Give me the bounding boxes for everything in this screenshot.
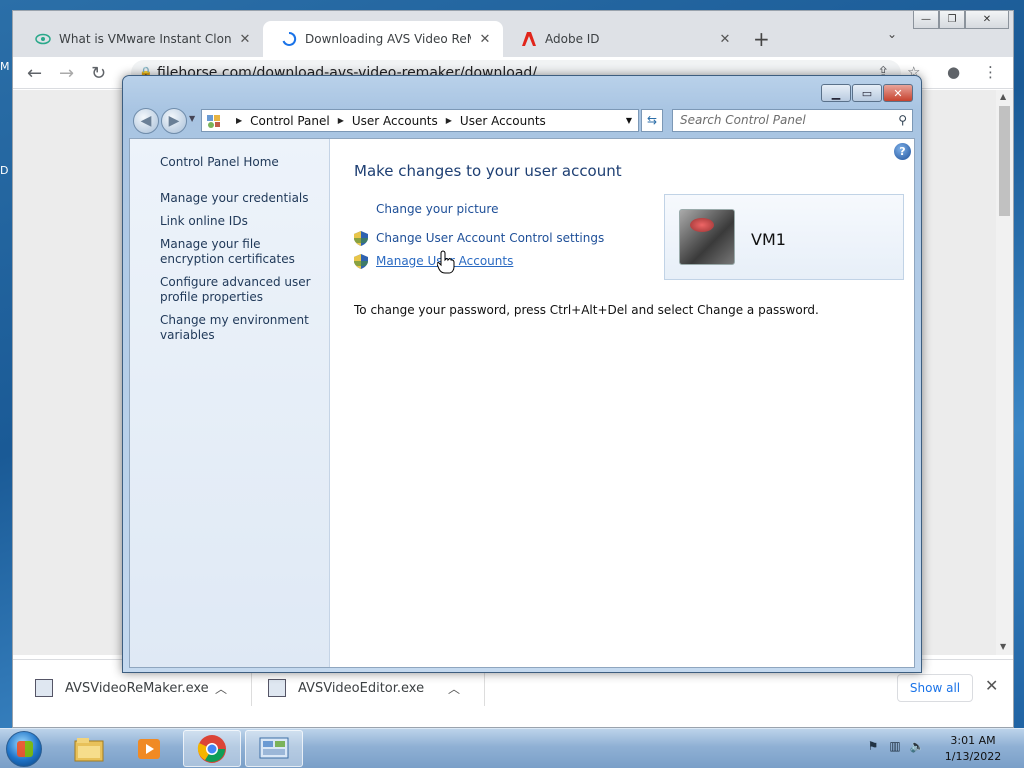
uac-settings-link[interactable]: Change User Account Control settings	[376, 231, 604, 245]
desktop-icon-label-d: D	[0, 164, 9, 177]
chrome-taskbar-icon[interactable]	[183, 730, 241, 767]
system-tray: ⚑ ▥ 🔈	[864, 739, 930, 755]
download-filename: AVSVideoReMaker.exe	[65, 680, 209, 696]
recent-pages-dropdown-icon[interactable]: ▼	[189, 114, 195, 123]
cp-search-input[interactable]: Search Control Panel ⚲	[672, 109, 913, 132]
tab-adobe-id[interactable]: Adobe ID ✕	[503, 21, 743, 57]
taskbar-clock[interactable]: 3:01 AM 1/13/2022	[934, 733, 1012, 765]
window-controls: — ❐ ✕	[913, 11, 1013, 29]
tab-title: What is VMware Instant Clone (V	[59, 32, 231, 46]
help-icon[interactable]: ?	[894, 143, 911, 160]
loading-spinner-icon	[281, 31, 297, 47]
cp-address-bar[interactable]: ▶ Control Panel ▶ User Accounts ▶ User A…	[201, 109, 639, 132]
cp-navigation-bar: ◀ ▶ ▼ ▶ Control Panel ▶ User Accounts ▶ …	[131, 106, 915, 134]
new-tab-button[interactable]: +	[753, 27, 770, 51]
scroll-up-arrow-icon[interactable]: ▲	[1000, 92, 1006, 101]
download-item[interactable]: AVSVideoReMaker.exe ︿	[35, 668, 227, 708]
sidebar-link-online-ids[interactable]: Link online IDs	[160, 214, 320, 229]
windows-taskbar: ⚑ ▥ 🔈 3:01 AM 1/13/2022	[0, 728, 1024, 768]
sidebar-link-advanced-profile[interactable]: Configure advanced user profile properti…	[160, 275, 320, 305]
control-panel-taskbar-icon[interactable]	[245, 730, 303, 767]
tab-strip: What is VMware Instant Clone (V ✕ Downlo…	[13, 11, 1013, 57]
installer-file-icon	[35, 679, 53, 697]
divider	[484, 672, 485, 706]
cp-close-button[interactable]: ✕	[883, 84, 913, 102]
uac-shield-icon	[354, 254, 368, 269]
minimize-button[interactable]: —	[913, 11, 939, 29]
cp-sidebar: Control Panel Home Manage your credentia…	[130, 139, 330, 667]
control-panel-window: ▁ ▭ ✕ ◀ ▶ ▼ ▶ Control Panel ▶ User Accou…	[122, 75, 922, 673]
page-title: Make changes to your user account	[354, 162, 622, 180]
control-panel-icon	[206, 113, 222, 129]
cp-maximize-button[interactable]: ▭	[852, 84, 882, 102]
volume-icon[interactable]: 🔈	[908, 739, 926, 755]
user-picture-turntable	[679, 209, 735, 265]
download-item[interactable]: AVSVideoEditor.exe ︿	[268, 668, 460, 708]
search-placeholder: Search Control Panel	[680, 113, 806, 127]
divider	[251, 672, 252, 706]
adobe-favicon-icon	[521, 31, 537, 47]
clock-time: 3:01 AM	[950, 734, 996, 747]
tab-avs-download[interactable]: Downloading AVS Video ReMake ✕	[263, 21, 503, 57]
chevron-up-icon[interactable]: ︿	[448, 680, 460, 697]
breadcrumb-item[interactable]: Control Panel	[250, 114, 330, 128]
cp-refresh-icon[interactable]: ⇆	[641, 109, 663, 132]
show-all-button[interactable]: Show all	[897, 674, 973, 702]
tab-close-icon[interactable]: ✕	[477, 32, 493, 47]
tab-vmware[interactable]: What is VMware Instant Clone (V ✕	[17, 21, 263, 57]
scrollbar-thumb[interactable]	[999, 106, 1010, 216]
cp-window-controls: ▁ ▭ ✕	[820, 84, 913, 102]
change-picture-link[interactable]: Change your picture	[376, 202, 498, 216]
media-player-taskbar-icon[interactable]	[120, 730, 178, 767]
tab-close-icon[interactable]: ✕	[717, 32, 733, 47]
explorer-taskbar-icon[interactable]	[60, 730, 118, 767]
eye-favicon-icon	[35, 31, 51, 47]
download-filename: AVSVideoEditor.exe	[298, 680, 425, 696]
password-change-note: To change your password, press Ctrl+Alt+…	[354, 303, 819, 317]
desktop-icon-label-m: M	[0, 60, 10, 73]
installer-file-icon	[268, 679, 286, 697]
address-dropdown-icon[interactable]: ▼	[626, 116, 632, 125]
close-shelf-icon[interactable]: ✕	[985, 676, 998, 695]
cp-content-area: Control Panel Home Manage your credentia…	[129, 138, 915, 668]
tab-title: Downloading AVS Video ReMake	[305, 32, 471, 46]
search-icon[interactable]: ⚲	[898, 110, 907, 131]
tab-close-icon[interactable]: ✕	[237, 32, 253, 47]
uac-shield-icon	[354, 231, 368, 246]
breadcrumb-item[interactable]: User Accounts	[460, 114, 546, 128]
user-name: VM1	[751, 230, 786, 249]
menu-kebab-icon[interactable]: ⋮	[983, 63, 998, 81]
breadcrumb-separator-icon: ▶	[236, 116, 243, 125]
back-arrow-icon[interactable]: ←	[27, 63, 42, 84]
cp-forward-button[interactable]: ▶	[161, 108, 187, 134]
sidebar-link-credentials[interactable]: Manage your credentials	[160, 191, 320, 206]
action-center-flag-icon[interactable]: ⚑	[864, 739, 882, 755]
cp-back-button[interactable]: ◀	[133, 108, 159, 134]
breadcrumb-item[interactable]: User Accounts	[352, 114, 438, 128]
reload-icon[interactable]: ↻	[91, 63, 106, 84]
sidebar-link-encryption-certificates[interactable]: Manage your file encryption certificates	[160, 237, 320, 267]
start-button[interactable]	[6, 731, 42, 767]
hand-pointer-cursor-icon	[437, 250, 455, 274]
restore-button[interactable]: ❐	[939, 11, 965, 29]
tab-search-chevron-icon[interactable]: ⌄	[887, 27, 897, 41]
close-window-button[interactable]: ✕	[965, 11, 1009, 29]
forward-arrow-icon[interactable]: →	[59, 63, 74, 84]
control-panel-home-link[interactable]: Control Panel Home	[160, 155, 279, 169]
scroll-down-arrow-icon[interactable]: ▼	[1000, 642, 1006, 651]
breadcrumb-separator-icon: ▶	[337, 116, 344, 125]
breadcrumb-separator-icon: ▶	[445, 116, 452, 125]
page-scrollbar[interactable]: ▲ ▼	[996, 90, 1013, 655]
network-icon[interactable]: ▥	[886, 739, 904, 755]
clock-date: 1/13/2022	[944, 750, 1002, 763]
tab-title: Adobe ID	[545, 32, 600, 46]
sidebar-link-environment-variables[interactable]: Change my environment variables	[160, 313, 320, 343]
user-account-tile: VM1	[664, 194, 904, 280]
profile-avatar-icon[interactable]: ●	[947, 63, 960, 81]
chevron-up-icon[interactable]: ︿	[215, 680, 227, 697]
cp-minimize-button[interactable]: ▁	[821, 84, 851, 102]
